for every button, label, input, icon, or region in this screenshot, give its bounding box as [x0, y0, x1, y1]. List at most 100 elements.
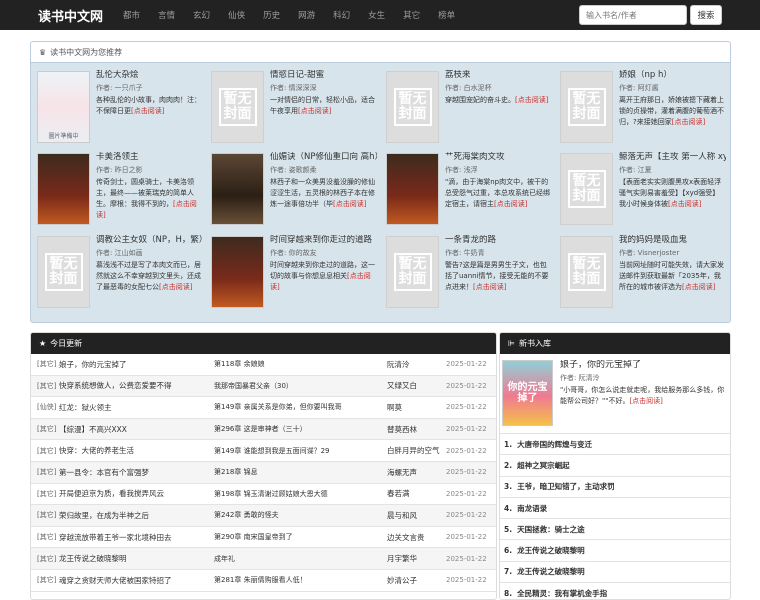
read-more-link[interactable]: [点击阅读]	[298, 107, 331, 115]
category-label[interactable]: [其它]	[31, 489, 59, 499]
new-book-title[interactable]: 龙王传说之破晓黎明	[517, 566, 585, 577]
chapter-link[interactable]: 第218章 锦息	[214, 467, 387, 477]
no-cover-placeholder[interactable]: 暂无 封面	[37, 236, 90, 308]
read-more-link[interactable]: [点击阅读]	[629, 397, 662, 405]
nav-item[interactable]: 玄幻	[193, 9, 210, 21]
category-label[interactable]: [仙侠]	[31, 402, 59, 412]
book-title-link[interactable]: 荣归故里，在成为半神之后	[59, 510, 214, 521]
book-title-link[interactable]: 娘子，你的元宝掉了	[59, 359, 214, 370]
book-title-link[interactable]: 【综漫】不高兴XXX	[59, 424, 214, 435]
category-label[interactable]: [其它]	[31, 359, 59, 369]
recommended-book[interactable]: 圖片準備中 乱伦大杂烩 作者: 一只爪子 各种乱伦的小故事，肉肉肉！注：不保障日更[点…	[31, 63, 203, 145]
recommended-book[interactable]: 暂无 封面 一条青龙的路 作者: 牛奶青 警告?这是篇是男男生子文，也包括了uanni情…	[380, 228, 552, 310]
recommended-book[interactable]: 暂无 封面 情慾日记-甜蜜 作者: 情深深深 一对情侣的日常，轻松小品，适合午夜享用[点…	[205, 63, 377, 145]
book-title[interactable]: 一条青龙的路	[445, 235, 552, 246]
recommended-book[interactable]: 暂无 封面 我的妈妈是吸血鬼 作者: Visnerjoster 当前网址随时可能失效，请…	[554, 228, 726, 310]
nav-item[interactable]: 网游	[298, 9, 315, 21]
nav-item[interactable]: 言情	[158, 9, 175, 21]
no-cover-placeholder[interactable]: 暂无 封面	[560, 236, 613, 308]
book-title[interactable]: 仙媚诀（NP修仙重口向 高h）	[270, 152, 377, 163]
nav-item[interactable]: 仙侠	[228, 9, 245, 21]
category-label[interactable]: [其它]	[31, 554, 59, 564]
nav-item[interactable]: 科幻	[333, 9, 350, 21]
featured-new-book[interactable]: 你的元宝掉了 娘子，你的元宝掉了 作者: 阮清泠 "小哥哥，你怎么说走就走呢，我…	[500, 354, 730, 434]
new-book-item[interactable]: 4. 南龙语录	[500, 498, 730, 520]
read-more-link[interactable]: [点击阅读]	[668, 200, 701, 208]
category-label[interactable]: [其它]	[31, 467, 59, 477]
new-book-item[interactable]: 7. 龙王传说之破晓黎明	[500, 562, 730, 584]
new-book-item[interactable]: 5. 天国拯救：骑士之途	[500, 519, 730, 541]
book-title-link[interactable]: 开局便迫京为质，看我搅弄风云	[59, 488, 214, 499]
new-book-item[interactable]: 2. 超神之冥宗崛起	[500, 455, 730, 477]
no-cover-placeholder[interactable]: 暂无 封面	[386, 236, 439, 308]
chapter-link[interactable]: 第290章 南宋国皇帝到了	[214, 532, 387, 542]
nav-item[interactable]: 榜单	[438, 9, 455, 21]
book-title[interactable]: 乱伦大杂烩	[96, 70, 203, 81]
book-title-link[interactable]: 第一县令：本官有个富强梦	[59, 467, 214, 478]
search-button[interactable]: 搜索	[690, 5, 722, 25]
category-label[interactable]: [其它]	[31, 381, 59, 391]
read-more-link[interactable]: [点击阅读]	[159, 283, 192, 291]
category-label[interactable]: [其它]	[31, 510, 59, 520]
book-title[interactable]: 调教公主女奴（NP，H，繁）	[96, 235, 203, 246]
book-cover-image[interactable]	[37, 153, 90, 225]
new-book-title[interactable]: 王爷，暗卫知错了，主动求罚	[517, 481, 615, 492]
no-cover-placeholder[interactable]: 暂无 封面	[560, 153, 613, 225]
new-book-item[interactable]: 6. 龙王传说之破晓黎明	[500, 540, 730, 562]
chapter-link[interactable]: 成年礼	[214, 554, 387, 564]
nav-item[interactable]: 女生	[368, 9, 385, 21]
recommended-book[interactable]: 暂无 封面 荔枝来 作者: 白水泥杯 穿越围宠妃的奋斗史。[点击阅读]	[380, 63, 552, 145]
new-book-title[interactable]: 天国拯救：骑士之途	[517, 524, 585, 535]
new-book-title[interactable]: 超神之冥宗崛起	[517, 460, 570, 471]
book-title[interactable]: 鲸落无声【主攻 第一人称 xyd强受】	[619, 152, 726, 163]
new-book-item[interactable]: 3. 王爷，暗卫知错了，主动求罚	[500, 477, 730, 498]
book-title-link[interactable]: 快穿系统想做人，公费恋爱要不得	[59, 380, 214, 391]
recommended-book[interactable]: 暂无 封面 娇娘（np h） 作者: 阿灯酱 离开王府那日，娇娘被摁下藏着上锁的贞操带，…	[554, 63, 726, 145]
chapter-link[interactable]: 第198章 锦玉清谢过顾姑娘大恩大德	[214, 489, 387, 499]
no-cover-placeholder[interactable]: 暂无 封面	[386, 71, 439, 143]
nav-item[interactable]: 都市	[123, 9, 140, 21]
chapter-link[interactable]: 第118章 余娘娘	[214, 359, 387, 369]
book-cover-image[interactable]	[211, 236, 264, 308]
chapter-link[interactable]: 第242章 勇敢的怪夫	[214, 510, 387, 520]
new-book-item[interactable]: 8. 全民精灵：我有掌机金手指	[500, 583, 730, 599]
new-book-title[interactable]: 大唐帝国的辉煌与变迁	[517, 439, 592, 450]
read-more-link[interactable]: [点击阅读]	[682, 283, 715, 291]
category-label[interactable]: [其它]	[31, 446, 59, 456]
category-label[interactable]: [其它]	[31, 424, 59, 434]
book-title-link[interactable]: 穿越流放带着王爷一家北境种田去	[59, 532, 214, 543]
book-title[interactable]: 时间穿越来到你走过的道路	[270, 235, 377, 246]
category-label[interactable]: [其它]	[31, 532, 59, 542]
read-more-link[interactable]: [点击阅读]	[672, 118, 705, 126]
read-more-link[interactable]: [点击阅读]	[515, 96, 548, 104]
book-cover-image[interactable]: 圖片準備中	[37, 71, 90, 143]
read-more-link[interactable]: [点击阅读]	[333, 200, 366, 208]
recommended-book[interactable]: 时间穿越来到你走过的道路 作者: 你的故友 时间穿越来到你走过的道路，这一切的故事与…	[205, 228, 377, 310]
search-input[interactable]	[579, 5, 687, 25]
book-title-link[interactable]: 红龙：狱火领主	[59, 402, 214, 413]
book-title-link[interactable]: 魂穿之贪财天师大佬被国家特招了	[59, 575, 214, 586]
book-cover-image[interactable]	[211, 153, 264, 225]
book-title-link[interactable]: 快穿：大佬的养老生活	[59, 445, 214, 456]
book-title[interactable]: 艹死海棠肉文攻	[445, 152, 552, 163]
no-cover-placeholder[interactable]: 暂无 封面	[560, 71, 613, 143]
new-book-title[interactable]: 龙王传说之破晓黎明	[517, 545, 585, 556]
chapter-link[interactable]: 我那帝国暴君父亲（30）	[214, 381, 387, 391]
book-title[interactable]: 卡美洛领主	[96, 152, 203, 163]
read-more-link[interactable]: [点击阅读]	[131, 107, 164, 115]
new-book-title[interactable]: 全民精灵：我有掌机金手指	[517, 588, 607, 599]
new-book-title[interactable]: 南龙语录	[517, 503, 547, 514]
recommended-book[interactable]: 仙媚诀（NP修仙重口向 高h） 作者: 姿歌颜柔 林西子和一众美男没羞没臊的修仙涩涩…	[205, 145, 377, 227]
chapter-link[interactable]: 第149章 亲属关系是你弟，但你要叫我哥	[214, 402, 387, 412]
read-more-link[interactable]: [点击阅读]	[494, 200, 527, 208]
book-title-link[interactable]: 龙王传说之破晓黎明	[59, 553, 214, 564]
nav-item[interactable]: 其它	[403, 9, 420, 21]
chapter-link[interactable]: 第296章 这是审神者（三十）	[214, 424, 387, 434]
book-title[interactable]: 娇娘（np h）	[619, 70, 726, 81]
no-cover-placeholder[interactable]: 暂无 封面	[211, 71, 264, 143]
book-title[interactable]: 娘子，你的元宝掉了	[560, 360, 730, 371]
book-cover-image[interactable]: 你的元宝掉了	[502, 360, 553, 426]
book-title[interactable]: 荔枝来	[445, 70, 552, 81]
book-cover-image[interactable]	[386, 153, 439, 225]
recommended-book[interactable]: 暂无封面鲸落无声【主攻 第一人称 xyd强受】作者: 江夏【表面老实实则腹黑攻x…	[554, 145, 726, 227]
